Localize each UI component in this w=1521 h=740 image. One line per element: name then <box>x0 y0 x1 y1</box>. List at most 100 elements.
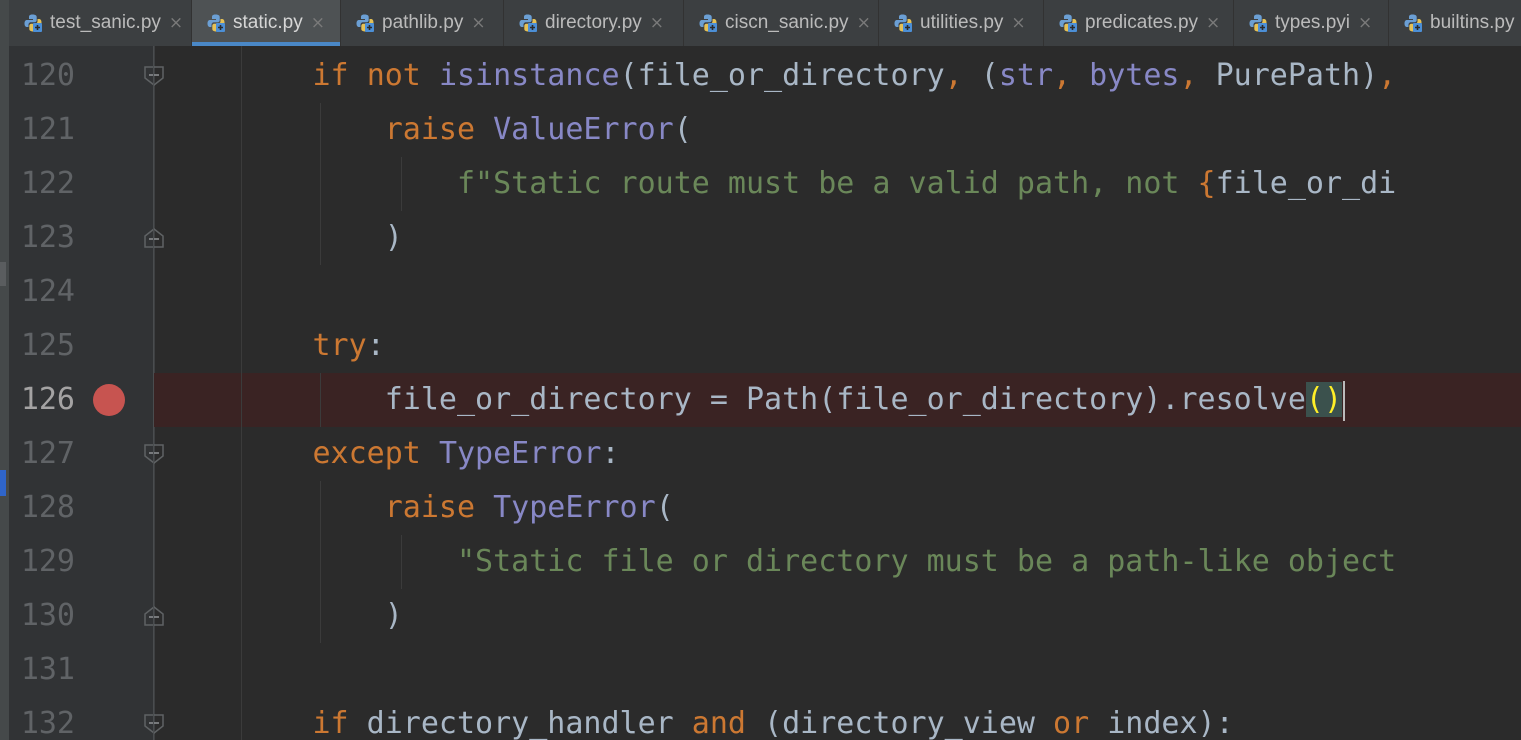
indent-guide <box>320 373 321 427</box>
code-line[interactable]: 126 file_or_directory = Path(file_or_dir… <box>9 373 1521 427</box>
code-token: and <box>691 706 746 740</box>
fold-expand-icon[interactable] <box>143 443 165 465</box>
python-file-icon <box>1248 13 1268 33</box>
indent-guide <box>401 535 402 589</box>
fold-outline-line <box>153 46 154 740</box>
code-token: (directory_view <box>745 706 1054 740</box>
code-text: raise TypeError( <box>168 481 674 535</box>
tab-label: ciscn_sanic.py <box>725 12 849 33</box>
fold-expand-icon[interactable] <box>143 713 165 735</box>
line-number: 120 <box>20 58 75 93</box>
code-token: try <box>312 328 367 363</box>
left-tool-strip <box>0 0 9 740</box>
python-file-icon <box>1058 13 1078 33</box>
line-number: 125 <box>20 328 75 363</box>
code-token: raise <box>384 112 476 147</box>
code-token: TypeError <box>438 436 602 471</box>
tab-utilities-py[interactable]: utilities.py × <box>879 0 1044 46</box>
tab-directory-py[interactable]: directory.py × <box>504 0 684 46</box>
code-text: if not isinstance(file_or_directory, (st… <box>168 49 1397 103</box>
code-token: except <box>312 436 421 471</box>
code-token: ( <box>655 490 674 525</box>
tab-label: predicates.py <box>1085 12 1199 33</box>
code-token: f"Static route must be a valid path, not <box>456 166 1198 201</box>
code-token: : <box>601 436 620 471</box>
indent-guide <box>320 103 321 265</box>
python-file-icon <box>23 13 43 33</box>
code-text: if directory_handler and (directory_view… <box>168 697 1234 740</box>
close-icon[interactable]: × <box>169 13 183 33</box>
code-text: try: <box>168 319 385 373</box>
code-token: () <box>1305 382 1343 417</box>
code-token: if <box>312 706 349 740</box>
code-token: or <box>1053 706 1090 740</box>
fold-collapse-icon[interactable] <box>143 227 165 249</box>
code-text: "Static file or directory must be a path… <box>168 535 1396 589</box>
code-line[interactable]: 121 raise ValueError( <box>9 103 1521 157</box>
close-icon[interactable]: × <box>857 13 871 33</box>
code-token: if <box>312 58 349 93</box>
code-token: , <box>944 58 963 93</box>
line-number: 128 <box>20 490 75 525</box>
tab-pathlib-py[interactable]: pathlib.py × <box>341 0 504 46</box>
tab-label: static.py <box>233 12 303 33</box>
close-icon[interactable]: × <box>1206 13 1220 33</box>
code-line[interactable]: 130 ) <box>9 589 1521 643</box>
tab-label: utilities.py <box>920 12 1004 33</box>
close-icon[interactable]: × <box>650 13 664 33</box>
breakpoint-icon[interactable] <box>93 384 125 416</box>
code-token: PurePath) <box>1197 58 1379 93</box>
tab-types-pyi[interactable]: types.pyi × <box>1234 0 1389 46</box>
code-token: not <box>366 58 421 93</box>
indent-guide <box>401 157 402 211</box>
code-line[interactable]: 129 "Static file or directory must be a … <box>9 535 1521 589</box>
code-line[interactable]: 125 try: <box>9 319 1521 373</box>
tab-predicates-py[interactable]: predicates.py × <box>1044 0 1234 46</box>
tab-ciscn-sanic-py[interactable]: ciscn_sanic.py × <box>684 0 879 46</box>
code-token: index): <box>1089 706 1234 740</box>
editor-tab-bar: test_sanic.py × static.py × pathlib.py × di… <box>0 0 1521 46</box>
tab-builtins-py[interactable]: builtins.py <box>1389 0 1521 46</box>
code-line[interactable]: 122 f"Static route must be a valid path,… <box>9 157 1521 211</box>
line-number: 126 <box>20 382 75 417</box>
code-token: (file_or_directory <box>619 58 945 93</box>
code-line[interactable]: 120 if not isinstance(file_or_directory,… <box>9 49 1521 103</box>
code-token: raise <box>384 490 476 525</box>
code-line[interactable]: 132 if directory_handler and (directory_… <box>9 697 1521 740</box>
close-icon[interactable]: × <box>311 13 325 33</box>
tab-label: test_sanic.py <box>50 12 161 33</box>
python-file-icon <box>206 13 226 33</box>
fold-expand-icon[interactable] <box>143 65 165 87</box>
code-token: ) <box>168 220 403 255</box>
close-icon[interactable]: × <box>471 13 485 33</box>
tab-test-sanic-py[interactable]: test_sanic.py × <box>9 0 192 46</box>
code-token: ( <box>962 58 999 93</box>
code-text: ) <box>168 211 403 265</box>
code-line[interactable]: 127 except TypeError: <box>9 427 1521 481</box>
tool-strip-marker <box>0 262 6 286</box>
code-editor[interactable]: 120 if not isinstance(file_or_directory,… <box>9 46 1521 740</box>
python-file-icon <box>355 13 375 33</box>
tab-static-py[interactable]: static.py × <box>192 0 341 46</box>
code-line[interactable]: 124 <box>9 265 1521 319</box>
code-token: TypeError <box>493 490 656 525</box>
code-text: except TypeError: <box>168 427 620 481</box>
code-line[interactable]: 128 raise TypeError( <box>9 481 1521 535</box>
python-file-icon <box>698 13 718 33</box>
close-icon[interactable]: × <box>1011 13 1025 33</box>
tab-label: directory.py <box>545 12 642 33</box>
close-icon[interactable]: × <box>1358 13 1372 33</box>
fold-collapse-icon[interactable] <box>143 605 165 627</box>
code-token: file_or_di <box>1215 166 1397 201</box>
code-line[interactable]: 131 <box>9 643 1521 697</box>
tab-label: types.pyi <box>1275 12 1350 33</box>
code-token: directory_handler <box>348 706 692 740</box>
code-token: "Static file or directory must be a path… <box>456 544 1397 579</box>
code-line[interactable]: 123 ) <box>9 211 1521 265</box>
